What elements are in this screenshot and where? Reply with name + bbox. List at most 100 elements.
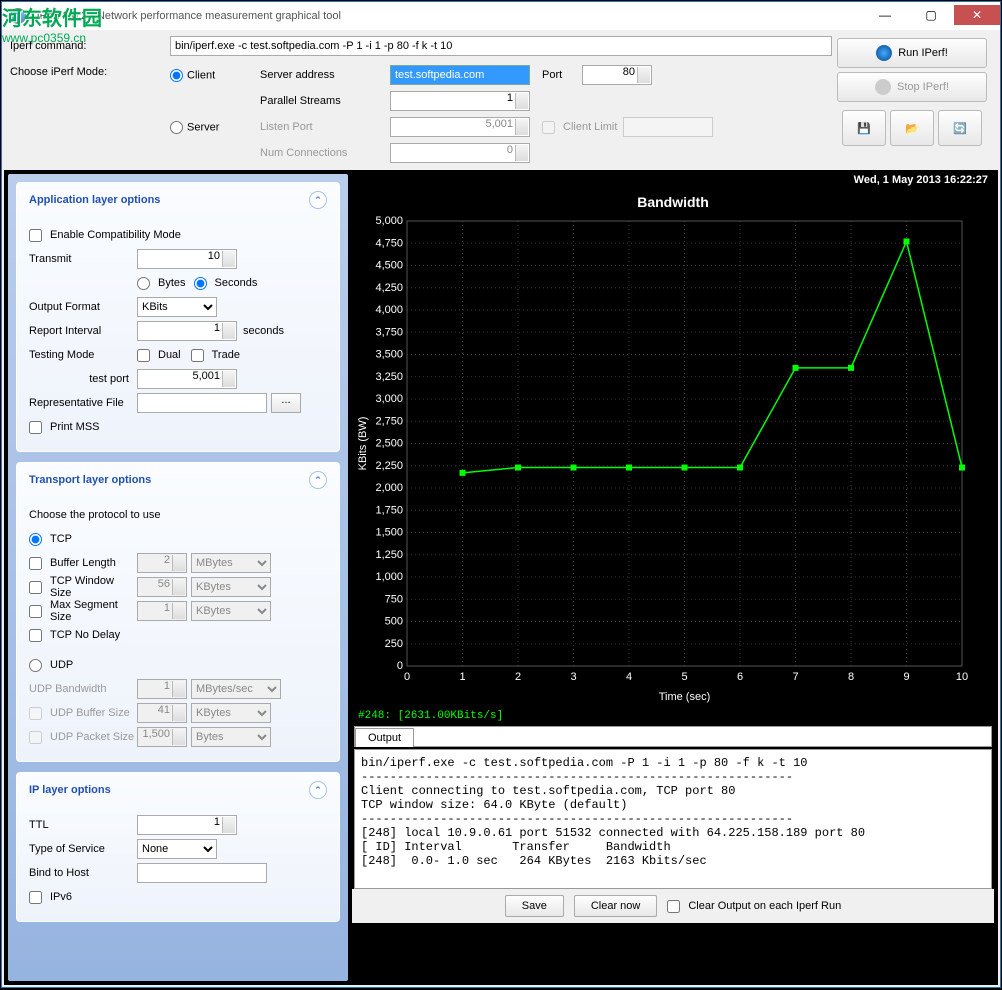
- svg-text:3,750: 3,750: [375, 326, 403, 338]
- collapse-icon[interactable]: ⌃: [309, 471, 327, 489]
- mode-label: Choose iPerf Mode:: [10, 62, 170, 166]
- run-icon: [876, 45, 892, 61]
- svg-text:KBits (BW): KBits (BW): [357, 417, 369, 471]
- transmit-spinner[interactable]: 10: [137, 249, 237, 269]
- parallel-spinner[interactable]: 1: [390, 91, 530, 111]
- svg-text:500: 500: [385, 616, 403, 628]
- tos-select[interactable]: None: [137, 839, 217, 859]
- svg-text:0: 0: [397, 660, 403, 672]
- udp-radio[interactable]: [29, 659, 42, 672]
- svg-text:9: 9: [903, 671, 909, 683]
- server-address-label: Server address: [260, 69, 390, 81]
- run-button[interactable]: Run IPerf!: [837, 38, 987, 68]
- svg-text:2,750: 2,750: [375, 415, 403, 427]
- open-icon-button[interactable]: 📂: [890, 110, 934, 146]
- svg-text:3,250: 3,250: [375, 371, 403, 383]
- server-address-input[interactable]: [390, 65, 530, 85]
- titlebar[interactable]: JPerf 2.0.2 - Network performance measur…: [2, 2, 1000, 30]
- bind-input[interactable]: [137, 863, 267, 883]
- svg-text:1,250: 1,250: [375, 549, 403, 561]
- svg-text:4,250: 4,250: [375, 282, 403, 294]
- transport-layer-panel: Transport layer options⌃ Choose the prot…: [16, 462, 340, 762]
- svg-text:6: 6: [737, 671, 743, 683]
- stop-button: Stop IPerf!: [837, 72, 987, 102]
- status-line: #248: [2631.00KBits/s]: [352, 708, 994, 724]
- browse-button[interactable]: ...: [271, 393, 301, 413]
- rep-file-input[interactable]: [137, 393, 267, 413]
- report-interval-spinner[interactable]: 1: [137, 321, 237, 341]
- svg-text:2,500: 2,500: [375, 438, 403, 450]
- svg-text:8: 8: [848, 671, 854, 683]
- app-window: JPerf 2.0.2 - Network performance measur…: [1, 1, 1001, 988]
- buflen-check[interactable]: [29, 557, 42, 570]
- trade-check[interactable]: [191, 349, 204, 362]
- server-radio[interactable]: [170, 121, 183, 134]
- refresh-icon: 🔄: [953, 122, 967, 135]
- svg-text:2: 2: [515, 671, 521, 683]
- ipv6-check[interactable]: [29, 891, 42, 904]
- minimize-button[interactable]: —: [862, 5, 908, 25]
- iperf-command-label: Iperf command:: [10, 40, 170, 52]
- bandwidth-chart: Bandwidth 02505007501,0001,2501,5001,750…: [352, 188, 994, 708]
- print-mss-check[interactable]: [29, 421, 42, 434]
- svg-text:3,000: 3,000: [375, 393, 403, 405]
- svg-text:5,000: 5,000: [375, 216, 403, 227]
- svg-text:10: 10: [956, 671, 968, 683]
- seconds-radio[interactable]: [194, 277, 207, 290]
- save-icon-button[interactable]: 💾: [842, 110, 886, 146]
- listen-port-spinner: 5,001: [390, 117, 530, 137]
- compat-check[interactable]: [29, 229, 42, 242]
- svg-text:4: 4: [626, 671, 632, 683]
- svg-text:2,000: 2,000: [375, 482, 403, 494]
- output-format-select[interactable]: KBits: [137, 297, 217, 317]
- close-button[interactable]: ✕: [954, 5, 1000, 25]
- svg-text:1,000: 1,000: [375, 571, 403, 583]
- test-port-spinner[interactable]: 5,001: [137, 369, 237, 389]
- client-limit-check: [542, 121, 555, 134]
- svg-text:1: 1: [459, 671, 465, 683]
- maximize-button[interactable]: ▢: [908, 5, 954, 25]
- svg-text:4,000: 4,000: [375, 304, 403, 316]
- client-limit-input: [623, 117, 713, 137]
- nodelay-check[interactable]: [29, 629, 42, 642]
- application-layer-panel: Application layer options⌃ Enable Compat…: [16, 182, 340, 452]
- save-button[interactable]: Save: [505, 895, 564, 917]
- winsz-check[interactable]: [29, 581, 42, 594]
- output-text[interactable]: bin/iperf.exe -c test.softpedia.com -P 1…: [354, 749, 992, 889]
- tcp-radio[interactable]: [29, 533, 42, 546]
- output-tab[interactable]: Output: [355, 728, 414, 747]
- svg-text:1,750: 1,750: [375, 504, 403, 516]
- svg-text:2,250: 2,250: [375, 460, 403, 472]
- numconn-spinner: 0: [390, 143, 530, 163]
- port-spinner[interactable]: 80: [582, 65, 652, 85]
- clear-each-check[interactable]: [667, 900, 680, 913]
- svg-text:4,500: 4,500: [375, 260, 403, 272]
- svg-text:750: 750: [385, 593, 403, 605]
- client-radio[interactable]: [170, 69, 183, 82]
- app-icon: [10, 8, 26, 24]
- ip-layer-panel: IP layer options⌃ TTL1 Type of ServiceNo…: [16, 772, 340, 922]
- clear-button[interactable]: Clear now: [574, 895, 658, 917]
- floppy-icon: 💾: [857, 122, 871, 135]
- window-title: JPerf 2.0.2 - Network performance measur…: [34, 10, 862, 22]
- bytes-radio[interactable]: [137, 277, 150, 290]
- stop-icon: [875, 79, 891, 95]
- svg-text:7: 7: [792, 671, 798, 683]
- collapse-icon[interactable]: ⌃: [309, 781, 327, 799]
- dual-check[interactable]: [137, 349, 150, 362]
- svg-text:0: 0: [404, 671, 410, 683]
- timestamp: Wed, 1 May 2013 16:22:27: [352, 174, 994, 188]
- svg-text:250: 250: [385, 638, 403, 650]
- svg-text:1,500: 1,500: [375, 527, 403, 539]
- folder-icon: 📂: [905, 122, 919, 135]
- svg-text:Time (sec): Time (sec): [659, 691, 711, 703]
- svg-text:3: 3: [570, 671, 576, 683]
- mss-check[interactable]: [29, 605, 42, 618]
- svg-text:5: 5: [681, 671, 687, 683]
- svg-text:4,750: 4,750: [375, 237, 403, 249]
- refresh-icon-button[interactable]: 🔄: [938, 110, 982, 146]
- iperf-command-input[interactable]: [170, 36, 832, 56]
- ttl-spinner[interactable]: 1: [137, 815, 237, 835]
- svg-text:3,500: 3,500: [375, 349, 403, 361]
- collapse-icon[interactable]: ⌃: [309, 191, 327, 209]
